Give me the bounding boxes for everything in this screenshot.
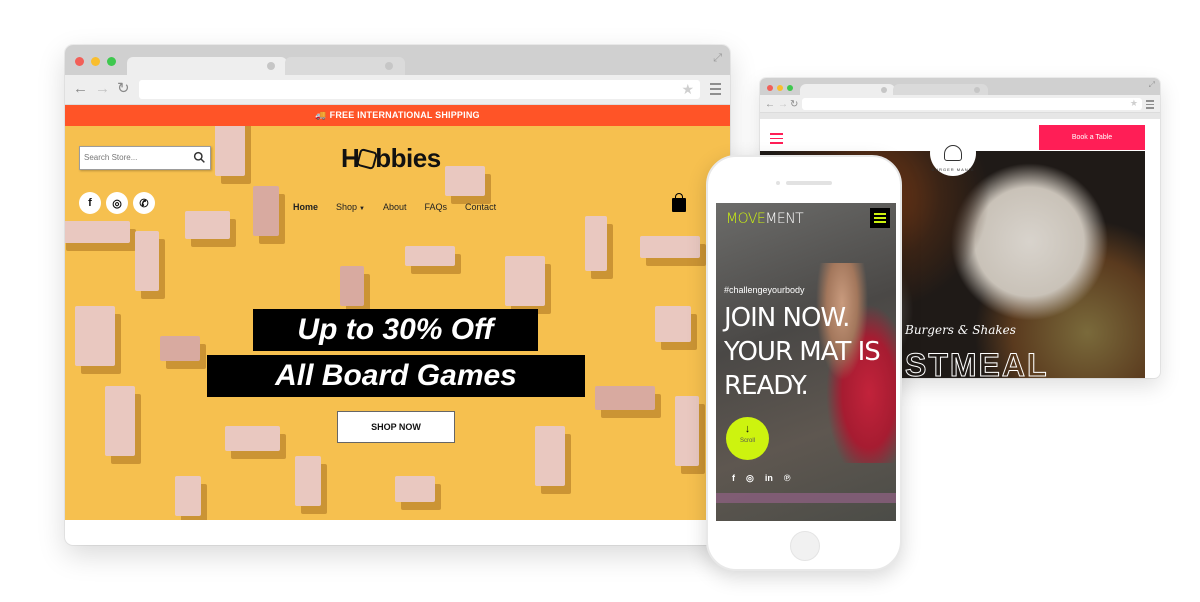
instagram-icon[interactable]: ◎ bbox=[106, 192, 128, 214]
minimize-window-button[interactable] bbox=[91, 57, 100, 66]
address-bar[interactable]: ★ bbox=[139, 80, 700, 99]
browser-tab-bar: ⤢ bbox=[760, 78, 1160, 96]
reload-icon[interactable]: ↻ bbox=[790, 97, 798, 113]
bookmark-star-icon[interactable]: ★ bbox=[1130, 98, 1138, 109]
search-icon[interactable] bbox=[193, 151, 206, 164]
promo-headline-line1: Up to 30% Off bbox=[253, 309, 538, 351]
headline-line: READY. bbox=[724, 371, 809, 401]
nav-item-contact[interactable]: Contact bbox=[465, 202, 496, 212]
instagram-icon[interactable]: ◎ bbox=[746, 473, 754, 484]
scroll-label: Scroll bbox=[739, 438, 755, 444]
burger-mania-logo[interactable]: BURGER MANIA bbox=[930, 130, 976, 176]
facebook-icon[interactable]: f bbox=[732, 473, 735, 484]
reload-icon[interactable]: ↻ bbox=[117, 81, 130, 97]
facebook-icon[interactable]: f bbox=[79, 192, 101, 214]
bookmark-star-icon[interactable]: ★ bbox=[681, 81, 694, 98]
chevron-down-icon: ▼ bbox=[359, 206, 365, 212]
search-placeholder: Search Store... bbox=[84, 153, 138, 162]
maximize-window-button[interactable] bbox=[787, 85, 793, 91]
back-arrow-icon[interactable]: ← bbox=[73, 81, 88, 97]
browser-menu-icon[interactable] bbox=[1146, 100, 1154, 111]
forward-arrow-icon[interactable]: → bbox=[778, 97, 788, 113]
arrow-down-icon: ↓ bbox=[744, 423, 751, 435]
nav-item-shop[interactable]: Shop ▼ bbox=[336, 202, 365, 212]
tab-close-icon[interactable] bbox=[881, 87, 887, 93]
browser-menu-icon[interactable] bbox=[710, 83, 721, 98]
browser-tab-bar: ⤢ bbox=[65, 45, 730, 77]
minimize-window-button[interactable] bbox=[777, 85, 783, 91]
nav-item-faqs[interactable]: FAQs bbox=[425, 202, 448, 212]
close-window-button[interactable] bbox=[767, 85, 773, 91]
back-arrow-icon[interactable]: ← bbox=[765, 97, 775, 113]
logo-highlight: MOVE bbox=[726, 211, 766, 227]
promo-headline-line2: All Board Games bbox=[207, 355, 585, 397]
browser-toolbar: ← → ↻ ★ bbox=[760, 95, 1160, 113]
phone-mockup: MOVEMENT #challengeyourbody JOIN NOW. YO… bbox=[706, 155, 902, 571]
fullscreen-icon[interactable]: ⤢ bbox=[713, 52, 722, 65]
fullscreen-icon[interactable]: ⤢ bbox=[1149, 80, 1155, 90]
phone-screen: MOVEMENT #challengeyourbody JOIN NOW. YO… bbox=[716, 203, 896, 521]
close-window-button[interactable] bbox=[75, 57, 84, 66]
hero-headline: STMEAL bbox=[905, 347, 1049, 379]
browser-tab-inactive[interactable] bbox=[285, 57, 405, 77]
burger-icon bbox=[944, 145, 962, 161]
search-input[interactable]: Search Store... bbox=[79, 146, 211, 170]
hero-section: Search Store... f ◎ ✆ Hbbies Home Shop ▼ … bbox=[65, 126, 730, 520]
linkedin-icon[interactable]: in bbox=[765, 473, 773, 484]
tab-close-icon[interactable] bbox=[267, 62, 275, 70]
browser-toolbar: ← → ↻ ★ bbox=[65, 75, 730, 105]
logo-ring-text: BURGER MANIA bbox=[931, 167, 975, 172]
logo-rest: MENT bbox=[765, 211, 804, 227]
truck-icon: 🚚 bbox=[315, 110, 327, 120]
announcement-text: FREE INTERNATIONAL SHIPPING bbox=[329, 110, 480, 120]
movement-logo[interactable]: MOVEMENT bbox=[726, 211, 804, 227]
site-logo[interactable]: Hbbies bbox=[341, 143, 441, 174]
device-mockup-showcase: ⤢ ← → ↻ ★ 🚚FREE INTERNATIONAL SHIPPING bbox=[0, 0, 1200, 602]
nav-item-home[interactable]: Home bbox=[293, 202, 318, 212]
tab-close-icon[interactable] bbox=[974, 87, 980, 93]
hero-headline: JOIN NOW. YOUR MAT IS READY. bbox=[724, 301, 881, 403]
hamburger-menu-icon[interactable] bbox=[870, 208, 890, 228]
social-links: f ◎ in ℗ bbox=[732, 473, 791, 484]
hashtag-text: #challengeyourbody bbox=[724, 285, 805, 295]
phone-camera bbox=[776, 181, 780, 185]
phone-speaker bbox=[786, 181, 832, 185]
shop-now-button[interactable]: SHOP NOW bbox=[337, 411, 455, 443]
nav-item-about[interactable]: About bbox=[383, 202, 407, 212]
scroll-button[interactable]: ↓ Scroll bbox=[726, 417, 769, 460]
maximize-window-button[interactable] bbox=[107, 57, 116, 66]
desktop-browser-window: ⤢ ← → ↻ ★ 🚚FREE INTERNATIONAL SHIPPING bbox=[65, 45, 730, 545]
whatsapp-icon[interactable]: ✆ bbox=[133, 192, 155, 214]
logo-text-end: bbies bbox=[375, 143, 441, 173]
address-bar[interactable]: ★ bbox=[802, 98, 1142, 110]
browser-tab-active[interactable] bbox=[127, 57, 287, 77]
phone-home-button[interactable] bbox=[790, 531, 820, 561]
pinterest-icon[interactable]: ℗ bbox=[784, 473, 791, 484]
shopping-bag-icon[interactable] bbox=[672, 193, 686, 212]
hamburger-menu-icon[interactable] bbox=[770, 133, 783, 147]
forward-arrow-icon[interactable]: → bbox=[95, 81, 110, 97]
yoga-mat bbox=[716, 493, 896, 503]
announcement-bar: 🚚 FREE INTERNATIONAL SHIPPING bbox=[65, 105, 730, 126]
nav-item-shop-label: Shop bbox=[336, 202, 358, 212]
main-navigation: Home Shop ▼ About FAQs Contact bbox=[293, 202, 496, 212]
book-table-button-header[interactable]: Book a Table bbox=[1039, 125, 1145, 150]
tab-close-icon[interactable] bbox=[385, 62, 393, 70]
headline-line: YOUR MAT IS bbox=[724, 337, 881, 367]
headline-line: JOIN NOW. bbox=[724, 303, 850, 333]
logo-text-start: H bbox=[341, 143, 360, 173]
hero-tagline: Burgers & Shakes bbox=[905, 323, 1016, 337]
